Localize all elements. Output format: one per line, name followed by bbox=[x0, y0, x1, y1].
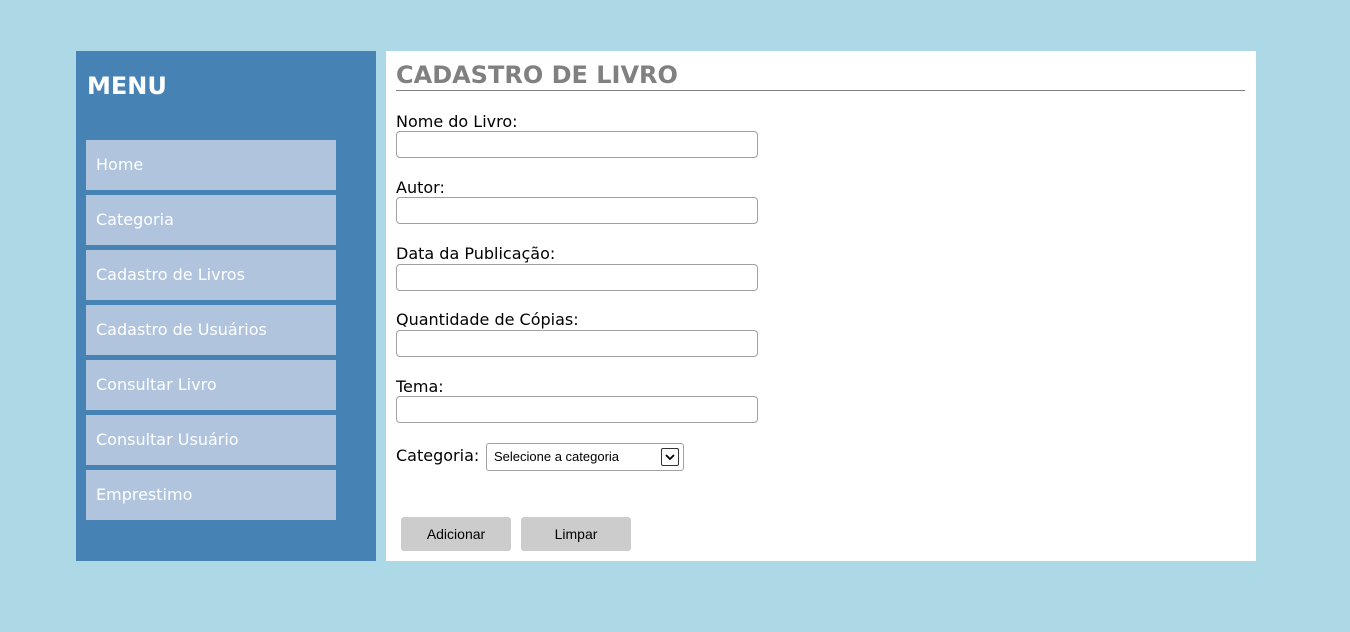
book-name-input[interactable] bbox=[396, 131, 758, 158]
author-label: Autor: bbox=[396, 178, 445, 197]
theme-input[interactable] bbox=[396, 396, 758, 423]
menu-item-home[interactable]: Home bbox=[86, 140, 336, 190]
category-select-value: Selecione a categoria bbox=[494, 449, 620, 464]
copies-quantity-label: Quantidade de Cópias: bbox=[396, 310, 579, 329]
menu-item-emprestimo[interactable]: Emprestimo bbox=[86, 470, 336, 520]
theme-label: Tema: bbox=[396, 377, 444, 396]
menu-item-categoria[interactable]: Categoria bbox=[86, 195, 336, 245]
menu-item-consultar-livro[interactable]: Consultar Livro bbox=[86, 360, 336, 410]
publication-date-label: Data da Publicação: bbox=[396, 244, 556, 263]
page-title: CADASTRO DE LIVRO bbox=[396, 61, 1245, 91]
publication-date-input[interactable] bbox=[396, 264, 758, 291]
add-button[interactable]: Adicionar bbox=[401, 517, 511, 551]
sidebar-menu: MENU Home Categoria Cadastro de Livros C… bbox=[76, 51, 376, 561]
main-content: CADASTRO DE LIVRO Nome do Livro: Autor: … bbox=[386, 51, 1256, 561]
copies-quantity-input[interactable] bbox=[396, 330, 758, 357]
menu-list: Home Categoria Cadastro de Livros Cadast… bbox=[86, 140, 336, 525]
menu-title: MENU bbox=[87, 72, 167, 100]
chevron-down-icon bbox=[661, 448, 679, 466]
menu-item-consultar-usuario[interactable]: Consultar Usuário bbox=[86, 415, 336, 465]
category-label: Categoria: bbox=[396, 446, 480, 465]
author-input[interactable] bbox=[396, 197, 758, 224]
clear-button[interactable]: Limpar bbox=[521, 517, 631, 551]
menu-item-cadastro-livros[interactable]: Cadastro de Livros bbox=[86, 250, 336, 300]
category-select[interactable]: Selecione a categoria bbox=[486, 443, 684, 471]
book-name-label: Nome do Livro: bbox=[396, 112, 518, 131]
menu-item-cadastro-usuarios[interactable]: Cadastro de Usuários bbox=[86, 305, 336, 355]
